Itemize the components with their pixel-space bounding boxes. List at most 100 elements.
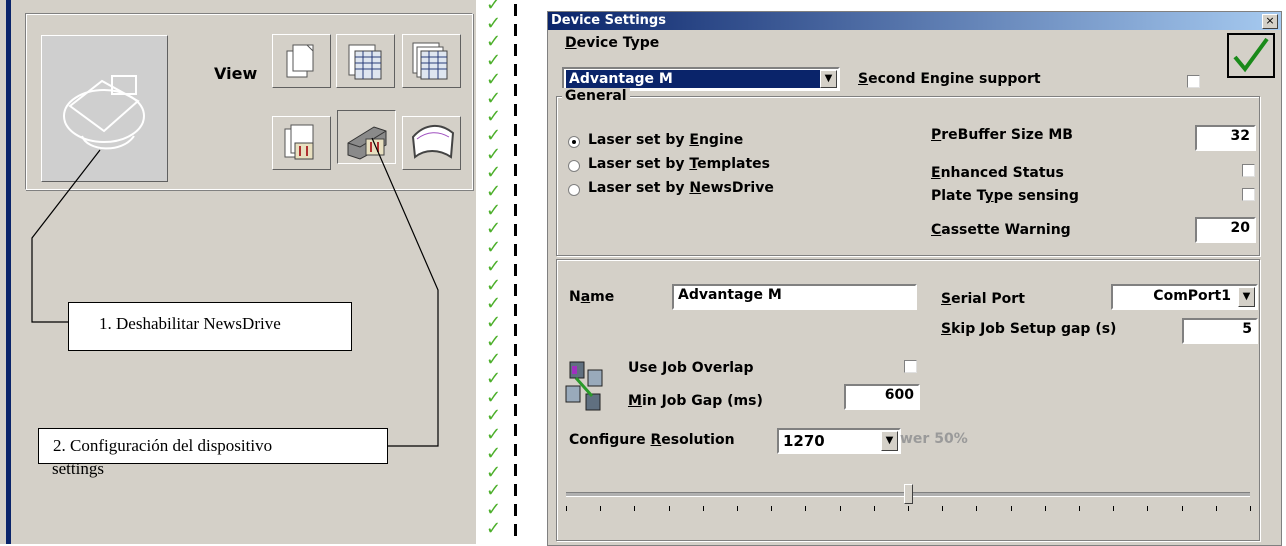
serial-port-value: ComPort1	[1153, 288, 1231, 304]
power-label: wer 50%	[900, 431, 968, 447]
margin-mark	[514, 204, 517, 216]
skip-u: S	[941, 321, 952, 337]
r2-pre: Laser set by	[588, 180, 690, 196]
slider-tick	[1010, 506, 1012, 511]
plate-type-label: Plate Type sensing	[931, 188, 1079, 204]
margin-mark	[514, 104, 517, 116]
r2-u: N	[689, 180, 702, 196]
use-job-overlap-checkbox[interactable]	[904, 360, 917, 373]
margin-mark	[514, 444, 517, 456]
slider-tick	[1250, 506, 1251, 511]
plate-u: y	[984, 188, 994, 204]
min-job-gap-input[interactable]: 600	[844, 384, 920, 410]
r1-pre: Laser set by	[588, 156, 690, 172]
slider-tick	[668, 506, 670, 511]
radio-laser-engine-label: Laser set by Engine	[588, 132, 743, 148]
slider-ticks	[566, 506, 1251, 512]
second-engine-rest: econd Engine support	[868, 71, 1041, 87]
res-pre: Configure	[569, 432, 651, 448]
slider-tick	[976, 506, 978, 511]
slider-thumb[interactable]	[904, 484, 913, 504]
margin-mark	[514, 64, 517, 76]
r0-u: E	[689, 132, 699, 148]
second-engine-u: S	[858, 71, 869, 87]
slider-tick	[1113, 506, 1115, 511]
chevron-down-icon[interactable]: ▼	[1238, 287, 1255, 307]
skip-gap-input[interactable]: 5	[1182, 318, 1258, 344]
prebuffer-u: P	[931, 127, 942, 143]
prebuffer-rest: reBuffer Size MB	[941, 127, 1073, 143]
slider-tick	[1079, 506, 1080, 511]
close-button[interactable]: ×	[1262, 14, 1278, 29]
chevron-down-icon[interactable]: ▼	[881, 431, 898, 451]
slider-tick	[702, 506, 704, 511]
checkmark-icon	[1233, 37, 1269, 73]
mingap-u: M	[628, 393, 642, 409]
device-type-value: Advantage M	[566, 70, 821, 88]
margin-mark	[514, 4, 517, 16]
job-overlap-icon	[562, 360, 608, 414]
second-engine-label: Second Engine support	[858, 71, 1041, 87]
resolution-select[interactable]: 1270 ▼	[777, 428, 901, 454]
cassette-warning-input[interactable]: 20	[1195, 217, 1256, 243]
plate-post: pe sensing	[993, 188, 1079, 204]
prebuffer-input[interactable]: 32	[1195, 125, 1256, 151]
serial-port-select[interactable]: ComPort1 ▼	[1111, 284, 1258, 310]
margin-mark	[514, 284, 517, 296]
margin-mark	[514, 424, 517, 436]
cassette-warning-label: Cassette Warning	[931, 222, 1071, 238]
r1-post: emplates	[697, 156, 770, 172]
slider-tick	[942, 506, 944, 511]
radio-laser-newsdrive-label: Laser set by NewsDrive	[588, 180, 774, 196]
margin-mark	[514, 504, 517, 516]
slider-tick	[566, 506, 567, 511]
enhanced-status-checkbox[interactable]	[1242, 164, 1255, 177]
general-group	[556, 96, 1260, 256]
plate-type-checkbox[interactable]	[1242, 188, 1255, 201]
name-pre: N	[569, 289, 581, 305]
margin-mark	[514, 364, 517, 376]
checkmark-column: ✓ ✓ ✓ ✓ ✓ ✓ ✓ ✓ ✓ ✓ ✓ ✓ ✓ ✓ ✓ ✓ ✓ ✓ ✓ ✓ ✓ ✓ ✓ ✓ ✓ ✓ ✓ ✓ ✓	[476, 0, 518, 544]
r0-post: ngine	[698, 132, 744, 148]
r2-post: ewsDrive	[701, 180, 774, 196]
radio-laser-engine[interactable]	[568, 136, 580, 148]
margin-mark	[514, 524, 517, 536]
chevron-down-icon[interactable]: ▼	[820, 70, 837, 88]
close-icon: ×	[1265, 14, 1275, 27]
res-post: esolution	[661, 432, 735, 448]
r0-pre: Laser set by	[588, 132, 690, 148]
configure-resolution-label: Configure Resolution	[569, 432, 735, 448]
resolution-value: 1270	[783, 432, 825, 450]
cassette-u: C	[931, 222, 942, 238]
margin-mark	[514, 344, 517, 356]
radio-laser-templates[interactable]	[568, 160, 580, 172]
slider-tick	[600, 506, 602, 511]
margin-mark	[514, 264, 517, 276]
serial-u: S	[941, 291, 952, 307]
device-type-label: Device Type	[565, 35, 659, 51]
ok-button[interactable]	[1227, 33, 1275, 78]
slider-tick	[908, 506, 909, 511]
margin-mark	[514, 404, 517, 416]
plate-pre: Plate T	[931, 188, 985, 204]
r1-u: T	[689, 156, 698, 172]
slider-tick	[1215, 506, 1217, 511]
callout-disable-newsdrive: 1. Deshabilitar NewsDrive	[68, 302, 352, 351]
skip-rest: kip Job Setup gap (s)	[951, 321, 1117, 337]
title-bar: Device Settings ×	[548, 12, 1281, 30]
name-post: me	[590, 289, 615, 305]
use-job-overlap-label: Use Job Overlap	[628, 360, 754, 376]
radio-laser-templates-label: Laser set by Templates	[588, 156, 770, 172]
name-input[interactable]: Advantage M	[672, 284, 917, 310]
slider-tick	[1181, 506, 1183, 511]
device-type-label-rest: evice Type	[576, 35, 660, 51]
margin-mark	[514, 44, 517, 56]
name-label: Name	[569, 289, 614, 305]
margin-mark	[514, 24, 517, 36]
second-engine-checkbox[interactable]	[1187, 75, 1200, 88]
serial-port-label: Serial Port	[941, 291, 1025, 307]
power-slider[interactable]	[566, 482, 1251, 516]
slider-tick	[839, 506, 841, 511]
callout-2-text: 2. Configuración del dispositivo	[53, 436, 273, 455]
radio-laser-newsdrive[interactable]	[568, 184, 580, 196]
